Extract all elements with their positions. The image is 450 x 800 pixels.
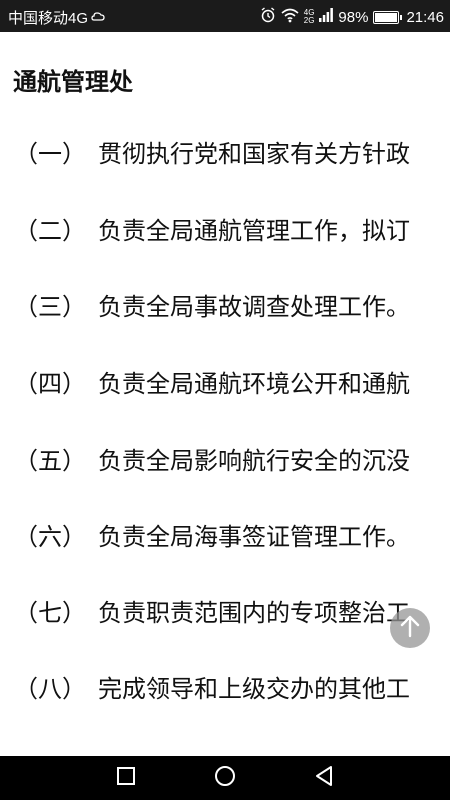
item-number: （三） — [14, 293, 86, 321]
content-area[interactable]: 通航管理处 （一） 贯彻执行党和国家有关方针政 （二） 负责全局通航管理工作，拟… — [0, 32, 450, 756]
item-number: （六） — [14, 523, 86, 551]
item-number: （七） — [14, 599, 86, 627]
item-text: 负责全局事故调查处理工作。 — [98, 293, 410, 321]
carrier-label: 中国移动4G — [8, 10, 89, 27]
alarm-icon — [260, 7, 276, 27]
item-number: （八） — [14, 675, 86, 703]
signal-icon — [319, 8, 334, 26]
list-item[interactable]: （七） 负责职责范围内的专项整治工 — [14, 593, 410, 628]
square-icon — [116, 766, 136, 790]
item-text: 负责全局通航管理工作，拟订 — [98, 217, 410, 245]
battery-percent: 98% — [338, 8, 369, 26]
item-number: （五） — [14, 447, 86, 475]
item-number: （二） — [14, 217, 86, 245]
cloud-icon — [91, 9, 105, 26]
network-bottom-label: 2G — [303, 16, 315, 25]
clock: 21:46 — [406, 8, 444, 26]
network-type: 4G 2G — [304, 9, 315, 25]
status-right: 4G 2G 98% 21:46 — [255, 7, 444, 27]
scroll-to-top-button[interactable] — [390, 608, 430, 648]
circle-icon — [214, 765, 236, 791]
list-item[interactable]: （四） 负责全局通航环境公开和通航 — [14, 364, 410, 399]
page-title: 通航管理处 — [13, 68, 133, 96]
back-button[interactable] — [312, 766, 336, 790]
recent-apps-button[interactable] — [114, 766, 138, 790]
screen: 中国移动4G 4G 2G 98% 21:46 通航管理处 （一） 贯彻执行党和国… — [0, 0, 450, 800]
item-text: 贯彻执行党和国家有关方针政 — [98, 140, 410, 168]
item-text: 负责职责范围内的专项整治工 — [98, 599, 410, 627]
triangle-back-icon — [314, 765, 334, 791]
wifi-icon — [281, 8, 299, 27]
item-text: 负责全局通航环境公开和通航 — [98, 370, 410, 398]
item-number: （一） — [14, 140, 86, 168]
list-item[interactable]: （二） 负责全局通航管理工作，拟订 — [14, 211, 410, 246]
battery-fill — [375, 12, 397, 22]
navigation-bar — [0, 756, 450, 800]
list-item[interactable]: （三） 负责全局事故调查处理工作。 — [14, 287, 410, 322]
item-number: （四） — [14, 370, 86, 398]
arrow-up-icon — [399, 614, 421, 642]
battery-icon — [373, 10, 403, 24]
status-left: 中国移动4G — [8, 7, 105, 28]
list-item[interactable]: （五） 负责全局影响航行安全的沉没 — [14, 441, 410, 476]
item-text: 负责全局海事签证管理工作。 — [98, 523, 410, 551]
list-item[interactable]: （一） 贯彻执行党和国家有关方针政 — [14, 134, 410, 169]
list-item[interactable]: （八） 完成领导和上级交办的其他工 — [14, 669, 410, 704]
status-bar: 中国移动4G 4G 2G 98% 21:46 — [0, 0, 450, 32]
item-text: 完成领导和上级交办的其他工 — [98, 675, 410, 703]
list-item[interactable]: （六） 负责全局海事签证管理工作。 — [14, 517, 410, 552]
home-button[interactable] — [213, 766, 237, 790]
item-text: 负责全局影响航行安全的沉没 — [98, 447, 410, 475]
